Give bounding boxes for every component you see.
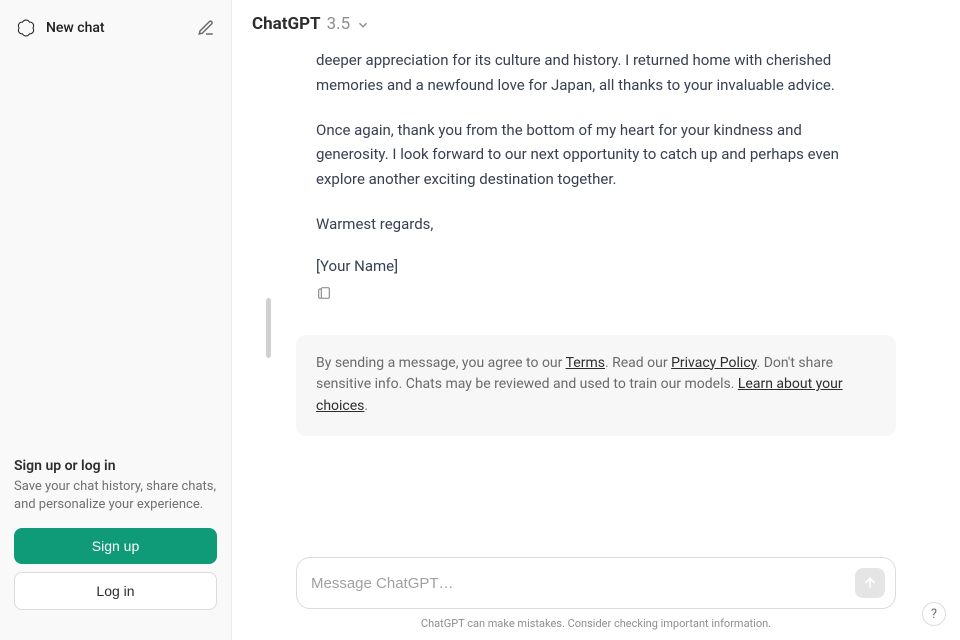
input-box [296,557,896,609]
copy-icon[interactable] [316,286,332,305]
app-version: 3.5 [327,14,351,34]
message-signature: [Your Name] [316,257,876,275]
send-button[interactable] [855,568,885,598]
chevron-down-icon [356,17,370,31]
message-input[interactable] [311,575,855,592]
sidebar-spacer [10,46,221,452]
openai-logo-icon [16,18,36,38]
main: ChatGPT 3.5 deeper appreciation for its … [232,0,960,640]
disclaimer-text: . [364,398,368,414]
new-chat-button[interactable]: New chat [16,18,105,38]
message-closing: Warmest regards, [316,212,876,237]
scroll-handle[interactable] [266,298,271,358]
model-selector[interactable]: ChatGPT 3.5 [232,0,960,48]
terms-link[interactable]: Terms [566,355,605,371]
auth-description: Save your chat history, share chats, and… [14,478,217,514]
login-button[interactable]: Log in [14,572,217,610]
compose-icon[interactable] [197,19,215,37]
auth-title: Sign up or log in [14,458,217,474]
assistant-message: deeper appreciation for its culture and … [316,48,876,317]
disclaimer-text: By sending a message, you agree to our [316,355,566,371]
new-chat-label: New chat [46,20,105,36]
disclaimer-box: By sending a message, you agree to our T… [296,335,896,436]
auth-prompt: Sign up or log in Save your chat history… [10,452,221,630]
message-paragraph: Once again, thank you from the bottom of… [316,118,876,192]
app-name: ChatGPT [252,14,321,34]
help-button[interactable]: ? [922,602,946,626]
input-area [232,545,960,617]
footer-note: ChatGPT can make mistakes. Consider chec… [232,617,960,640]
chat-scroll[interactable]: deeper appreciation for its culture and … [232,48,960,545]
sidebar: New chat Sign up or log in Save your cha… [0,0,232,640]
signup-button[interactable]: Sign up [14,528,217,564]
disclaimer-text: . Read our [605,355,671,371]
message-paragraph: deeper appreciation for its culture and … [316,48,876,98]
sidebar-top: New chat [10,10,221,46]
privacy-link[interactable]: Privacy Policy [671,355,756,371]
